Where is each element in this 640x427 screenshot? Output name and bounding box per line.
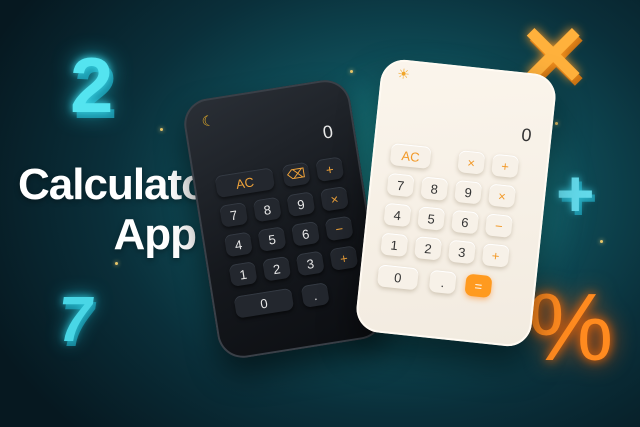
dark-key-7[interactable]: 7 — [219, 201, 249, 228]
sparkle-dot — [350, 70, 353, 73]
light-key-equals[interactable]: = — [464, 273, 493, 299]
sun-icon: ☀ — [396, 65, 411, 83]
light-key-8[interactable]: 8 — [420, 176, 449, 201]
light-key-ac[interactable]: AC — [389, 142, 432, 170]
plus-icon: + — [556, 156, 595, 230]
dark-display: 0 — [321, 121, 335, 143]
dark-key-minus[interactable]: − — [324, 215, 354, 242]
light-key-9[interactable]: 9 — [454, 179, 483, 205]
light-key-decimal[interactable]: . — [428, 269, 457, 295]
dark-key-multiply[interactable]: × — [319, 185, 350, 212]
dark-key-6[interactable]: 6 — [291, 220, 321, 247]
light-key-plus[interactable]: + — [481, 243, 510, 268]
light-key-3[interactable]: 3 — [447, 239, 477, 265]
light-key-1[interactable]: 1 — [380, 232, 409, 258]
hero-banner: 2 7 ✕ + % Calculator App ☾ 0 AC ⌫ + 7 8 … — [0, 0, 640, 427]
light-key-2[interactable]: 2 — [414, 236, 443, 261]
light-key-minus[interactable]: − — [484, 213, 513, 238]
dark-key-4[interactable]: 4 — [223, 231, 253, 258]
dark-key-decimal[interactable]: . — [300, 282, 330, 308]
number-seven-decoration: 7 — [52, 283, 99, 355]
light-display: 0 — [520, 124, 533, 146]
light-key-0[interactable]: 0 — [376, 264, 419, 291]
dark-key-0[interactable]: 0 — [233, 287, 295, 319]
dark-key-plus[interactable]: + — [329, 245, 359, 272]
light-key-5[interactable]: 5 — [417, 206, 446, 231]
dark-key-backspace[interactable]: ⌫ — [281, 161, 311, 188]
moon-icon: ☾ — [200, 111, 216, 130]
light-calculator: ☀ 0 AC × + 7 8 9 × 4 5 6 − 1 2 3 + 0 . = — [354, 57, 558, 349]
sparkle-dot — [555, 122, 558, 125]
dark-key-1[interactable]: 1 — [228, 261, 258, 287]
light-key-multiply-top[interactable]: × — [457, 150, 486, 175]
dark-key-9[interactable]: 9 — [286, 191, 316, 218]
sparkle-dot — [600, 240, 603, 243]
light-key-7[interactable]: 7 — [386, 172, 415, 198]
dark-key-8[interactable]: 8 — [252, 196, 282, 223]
light-key-6[interactable]: 6 — [450, 209, 480, 235]
sparkle-dot — [160, 128, 163, 131]
dark-key-5[interactable]: 5 — [257, 226, 287, 253]
light-key-plus-top[interactable]: + — [491, 153, 520, 179]
dark-key-2[interactable]: 2 — [262, 255, 292, 282]
dark-key-3[interactable]: 3 — [295, 250, 325, 277]
percent-icon: % — [528, 274, 614, 381]
dark-key-plus-top[interactable]: + — [315, 156, 345, 183]
dark-key-ac[interactable]: AC — [214, 167, 276, 199]
light-key-multiply[interactable]: × — [487, 183, 517, 209]
number-two-decoration: 2 — [70, 41, 114, 129]
light-key-4[interactable]: 4 — [383, 202, 412, 228]
sparkle-dot — [115, 262, 118, 265]
